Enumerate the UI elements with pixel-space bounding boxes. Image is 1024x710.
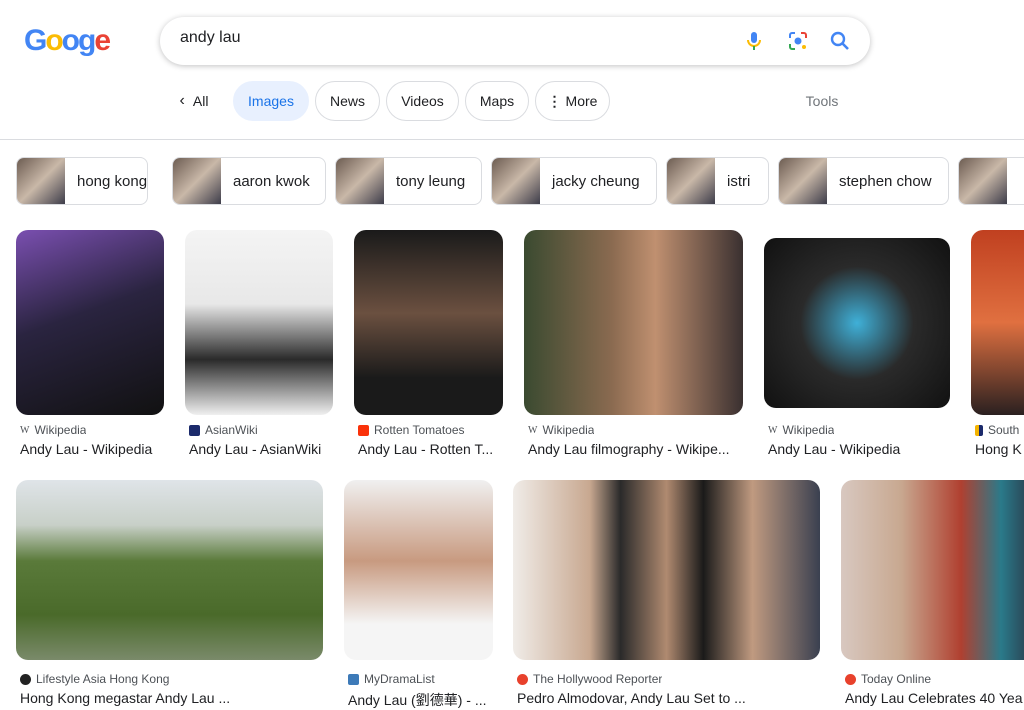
related-chip[interactable]: hong kong (16, 157, 148, 205)
image-result[interactable] (16, 480, 323, 660)
image-result[interactable] (344, 480, 493, 660)
search-icon[interactable] (828, 29, 852, 53)
image-result[interactable] (513, 480, 820, 660)
more-vert-icon: ⋮ (547, 92, 562, 109)
related-chip[interactable]: tony leung (335, 157, 482, 205)
image-result[interactable] (841, 480, 1024, 660)
result-title[interactable]: Andy Lau filmography - Wikipe... (528, 441, 743, 457)
result-source[interactable]: The Hollywood Reporter (517, 672, 662, 686)
result-title[interactable]: Andy Lau Celebrates 40 Yea (845, 690, 1024, 706)
chip-thumbnail (492, 158, 540, 204)
result-title[interactable]: Andy Lau - Rotten T... (358, 441, 503, 457)
search-box[interactable] (160, 17, 870, 65)
wikipedia-icon: W (20, 424, 30, 436)
result-source[interactable]: Today Online (845, 672, 931, 686)
result-title[interactable]: Hong Kong megastar Andy Lau ... (20, 690, 320, 706)
image-result[interactable] (524, 230, 743, 415)
rotten-tomatoes-icon (358, 424, 369, 436)
image-result[interactable] (764, 238, 950, 408)
asianwiki-icon (189, 424, 200, 436)
result-source[interactable]: AsianWiki (189, 423, 258, 437)
source-icon (975, 424, 983, 436)
image-result[interactable] (354, 230, 503, 415)
related-chip[interactable]: aaron kwok (172, 157, 326, 205)
tab-maps[interactable]: Maps (465, 81, 529, 121)
microphone-icon[interactable] (742, 29, 766, 53)
hollywood-reporter-icon (517, 673, 528, 685)
google-lens-icon[interactable] (786, 29, 810, 53)
wikipedia-icon: W (768, 424, 778, 436)
related-chip[interactable]: istri (666, 157, 769, 205)
tab-images[interactable]: Images (233, 81, 309, 121)
chip-thumbnail (779, 158, 827, 204)
today-online-icon (845, 673, 856, 685)
image-result[interactable] (16, 230, 164, 415)
result-source[interactable]: MyDramaList (348, 672, 435, 686)
tab-videos[interactable]: Videos (386, 81, 459, 121)
result-source[interactable]: Rotten Tomatoes (358, 423, 465, 437)
result-title[interactable]: Hong K (975, 441, 1024, 457)
tab-all[interactable]: ‹ All (170, 81, 218, 121)
related-chip[interactable]: stephen chow (778, 157, 949, 205)
tools-button[interactable]: Tools (790, 81, 854, 121)
result-title[interactable]: Pedro Almodovar, Andy Lau Set to ... (517, 690, 817, 706)
result-source[interactable]: W Wikipedia (20, 423, 86, 437)
result-title[interactable]: Andy Lau (劉德華) - ... (348, 690, 493, 710)
related-chip[interactable]: jacky cheung (491, 157, 657, 205)
chip-thumbnail (17, 158, 65, 204)
chip-thumbnail (959, 158, 1007, 204)
result-title[interactable]: Andy Lau - AsianWiki (189, 441, 334, 457)
result-source[interactable]: W Wikipedia (528, 423, 594, 437)
search-tabs: ‹ All Images News Videos Maps ⋮ More Tools (0, 81, 1024, 121)
result-source[interactable]: W Wikipedia (768, 423, 834, 437)
lifestyle-asia-icon (20, 673, 31, 685)
result-source[interactable]: South (975, 423, 1019, 437)
chip-thumbnail (336, 158, 384, 204)
result-title[interactable]: Andy Lau - Wikipedia (768, 441, 953, 457)
related-chip[interactable] (958, 157, 1024, 205)
image-result[interactable] (971, 230, 1024, 415)
tab-more[interactable]: ⋮ More (535, 81, 610, 121)
divider (0, 139, 1024, 140)
chip-thumbnail (173, 158, 221, 204)
chip-thumbnail (667, 158, 715, 204)
image-result[interactable] (185, 230, 333, 415)
chevron-left-icon: ‹ (179, 92, 185, 109)
tab-news[interactable]: News (315, 81, 380, 121)
google-doodle-logo[interactable]: Googe (24, 24, 112, 58)
wikipedia-icon: W (528, 424, 538, 436)
search-input[interactable] (180, 29, 720, 47)
mydramalist-icon (348, 673, 359, 685)
result-title[interactable]: Andy Lau - Wikipedia (20, 441, 165, 457)
result-source[interactable]: Lifestyle Asia Hong Kong (20, 672, 169, 686)
